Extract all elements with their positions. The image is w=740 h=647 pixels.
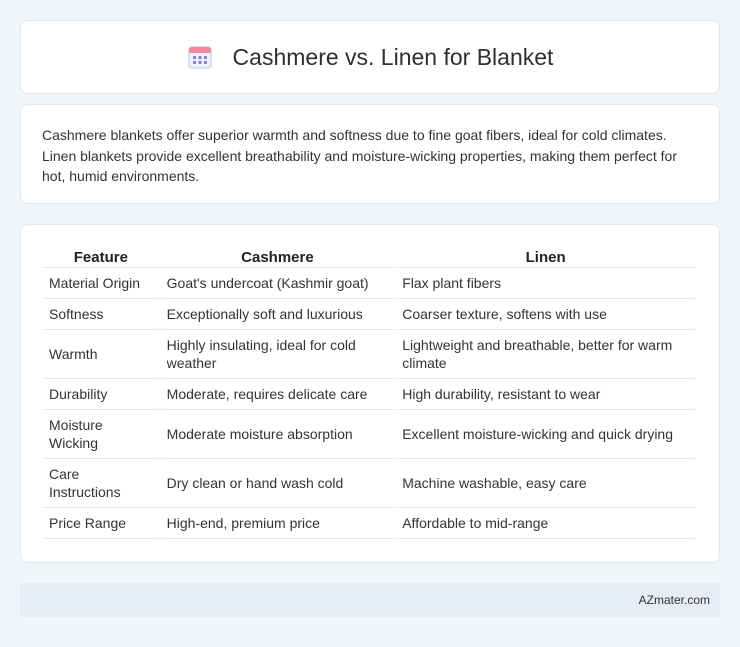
header-feature: Feature [43, 245, 159, 268]
comparison-card: Feature Cashmere Linen Material Origin G… [20, 224, 720, 563]
cashmere-cell: Dry clean or hand wash cold [160, 459, 395, 508]
header-linen: Linen [396, 245, 695, 268]
linen-cell: Coarser texture, softens with use [396, 299, 695, 330]
feature-cell: Warmth [43, 330, 159, 379]
comparison-table: Feature Cashmere Linen Material Origin G… [41, 245, 697, 539]
cashmere-cell: Moderate moisture absorption [160, 410, 395, 459]
table-row: Warmth Highly insulating, ideal for cold… [43, 330, 695, 379]
linen-cell: Lightweight and breathable, better for w… [396, 330, 695, 379]
linen-cell: Machine washable, easy care [396, 459, 695, 508]
cashmere-cell: Goat's undercoat (Kashmir goat) [160, 268, 395, 299]
table-row: Durability Moderate, requires delicate c… [43, 379, 695, 410]
cashmere-cell: Moderate, requires delicate care [160, 379, 395, 410]
linen-cell: Flax plant fibers [396, 268, 695, 299]
table-row: Softness Exceptionally soft and luxuriou… [43, 299, 695, 330]
feature-cell: Softness [43, 299, 159, 330]
intro-text: Cashmere blankets offer superior warmth … [42, 127, 677, 184]
calendar-icon [187, 44, 213, 70]
feature-cell: Care Instructions [43, 459, 159, 508]
table-header-row: Feature Cashmere Linen [43, 245, 695, 268]
header-cashmere: Cashmere [160, 245, 395, 268]
cashmere-cell: Highly insulating, ideal for cold weathe… [160, 330, 395, 379]
title-wrap: Cashmere vs. Linen for Blanket [187, 43, 554, 71]
intro-card: Cashmere blankets offer superior warmth … [20, 104, 720, 204]
linen-cell: High durability, resistant to wear [396, 379, 695, 410]
table-row: Price Range High-end, premium price Affo… [43, 508, 695, 539]
table-row: Material Origin Goat's undercoat (Kashmi… [43, 268, 695, 299]
page-title: Cashmere vs. Linen for Blanket [232, 43, 554, 70]
footer-bar: AZmater.com [20, 583, 720, 617]
title-card: Cashmere vs. Linen for Blanket [20, 20, 720, 94]
table-row: Moisture Wicking Moderate moisture absor… [43, 410, 695, 459]
cashmere-cell: High-end, premium price [160, 508, 395, 539]
linen-cell: Excellent moisture-wicking and quick dry… [396, 410, 695, 459]
feature-cell: Durability [43, 379, 159, 410]
source-label: AZmater.com [638, 593, 710, 607]
cashmere-cell: Exceptionally soft and luxurious [160, 299, 395, 330]
feature-cell: Material Origin [43, 268, 159, 299]
feature-cell: Price Range [43, 508, 159, 539]
feature-cell: Moisture Wicking [43, 410, 159, 459]
linen-cell: Affordable to mid-range [396, 508, 695, 539]
table-row: Care Instructions Dry clean or hand wash… [43, 459, 695, 508]
